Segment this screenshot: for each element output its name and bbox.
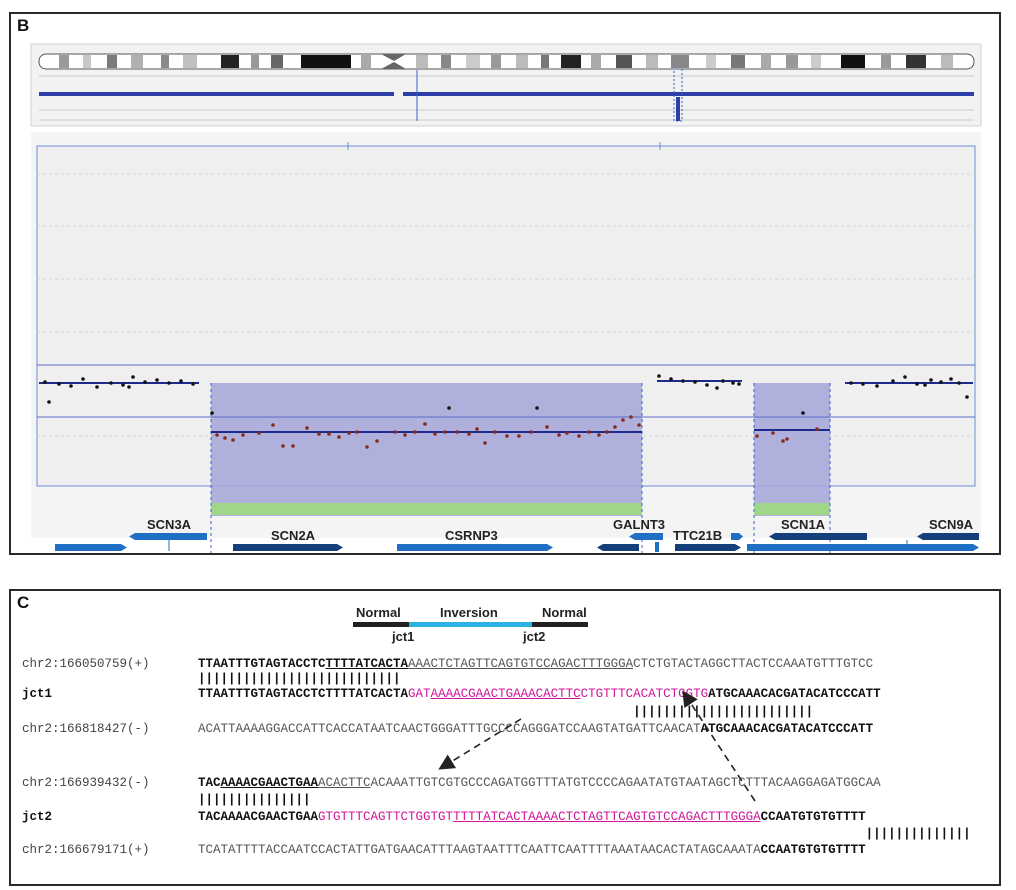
deletion-region-1: [211, 383, 642, 516]
match-bars-6: |||||||||||||||: [198, 793, 311, 807]
seq-segment: TAC: [198, 776, 221, 790]
row-label-2: jct1: [22, 687, 53, 701]
match-bars-1: |||||||||||||||||||||||||||: [198, 672, 401, 686]
gene-label-scn2a: SCN2A: [271, 528, 316, 543]
seq-segment: ACATTAAAAGGACCATTCACCATAATCAACTGGGATTTGC…: [198, 722, 701, 736]
match-bars-3: ||||||||||||||||||||||||: [198, 705, 813, 719]
seq-segment: CCAATGTGTGTTTT: [760, 810, 866, 824]
row-label-4: chr2:166818427(-): [22, 722, 150, 736]
row-label-7: jct2: [22, 810, 53, 824]
seq-segment: CCAATGTGTGTTTT: [760, 843, 866, 857]
legend-normal-right: Normal: [542, 605, 587, 620]
legend-jct2: jct2: [522, 629, 545, 644]
row-label-5: chr2:166939432(-): [22, 776, 150, 790]
seq-segment: ACACTTC: [318, 776, 371, 790]
sequence-row-2: TTAATTTGTAGTACCTCTTTTATCACTAGATAAAACGAAC…: [198, 687, 881, 701]
sequence-row-9: TCATATTTTACCAATCCACTATTGATGAACATTTAAGTAA…: [198, 843, 866, 857]
seq-segment: ||||||||||||||: [198, 827, 971, 841]
legend-inversion: Inversion: [440, 605, 498, 620]
seq-segment: CTGTTTCACATCTGGTG: [580, 687, 709, 701]
chromosome-ideogram: [38, 53, 975, 70]
seq-segment: TTAATTTGTAGTACCTC: [198, 657, 326, 671]
seq-segment: TTTTATCACTAAAACTCTAGTTCAGTGTCCAGACTTTGGG…: [453, 810, 761, 824]
seq-segment: ACAAATTGTCGTGCCCAGATGGTTTATGTCCCCAGAATAT…: [370, 776, 881, 790]
deletion-bar-1: [211, 503, 642, 515]
gene-label-scn3a: SCN3A: [147, 517, 192, 532]
seq-segment: GTGTTTCAGTTCTGGTGT: [318, 810, 454, 824]
seq-segment: CTCTGTACTAGGCTTACTCCAAATGTTTGTCC: [633, 657, 874, 671]
sequence-row-5: TACAAAACGAACTGAAACACTTCACAAATTGTCGTGCCCA…: [198, 776, 881, 790]
gene-label-scn9a: SCN9A: [929, 517, 974, 532]
inversion-legend: Normal Inversion Normal jct1 jct2: [353, 605, 588, 644]
deletion-bar-2: [754, 503, 830, 515]
row-label-0: chr2:166050759(+): [22, 657, 150, 671]
legend-normal-left: Normal: [356, 605, 401, 620]
seq-segment: TTAATTTGTAGTACCTCTTTTATCACTA: [198, 687, 409, 701]
seq-segment: AAAACGAACTGAAACACTTC: [430, 687, 581, 701]
deletion-region-2: [754, 383, 830, 516]
sequence-row-7: TACAAAACGAACTGAAGTGTTTCAGTTCTGGTGTTTTTAT…: [198, 810, 866, 824]
seq-segment: TACAAAACGAACTGAA: [198, 810, 319, 824]
seq-segment: ATGCAAACACGATACATCCCATT: [708, 687, 881, 701]
legend-bar-inversion: [409, 622, 532, 627]
seq-segment: |||||||||||||||||||||||||||: [198, 672, 401, 686]
panel-b-figure: SCN3A SCN2A CSRNP3 GALNT3 TTC21B SCN1A S…: [30, 43, 982, 553]
gene-label-csrnp3: CSRNP3: [445, 528, 498, 543]
legend-bar-normal-left: [353, 622, 409, 627]
match-bars-8: ||||||||||||||: [198, 827, 971, 841]
panel-b: B SCN3A SCN2A CSRNP3 GALNT3 TTC21B SCN1A…: [9, 12, 1001, 555]
seq-segment: ||||||||||||||||||||||||: [198, 705, 814, 719]
seq-segment: ATGCAAACACGATACATCCCATT: [700, 722, 874, 736]
seq-segment: TCATATTTTACCAATCCACTATTGATGAACATTTAAGTAA…: [198, 843, 761, 857]
gene-label-scn1a: SCN1A: [781, 517, 826, 532]
seq-segment: AAAACGAACTGAA: [220, 776, 319, 790]
seq-segment: AAACTCTAGTTCAGTGTCCAGACTTTGGGA: [408, 657, 634, 671]
seq-segment: |||||||||||||||: [198, 793, 311, 807]
gene-label-galnt3: GALNT3: [613, 517, 665, 532]
legend-bar-normal-right: [532, 622, 588, 627]
row-label-9: chr2:166679171(+): [22, 843, 150, 857]
panel-c: C Normal Inversion Normal jct1 jct2 chr2…: [9, 589, 1001, 886]
seq-segment: GAT: [408, 687, 431, 701]
gene-label-ttc21b: TTC21B: [673, 528, 722, 543]
sequence-row-0: TTAATTTGTAGTACCTCTTTTATCACTAAAACTCTAGTTC…: [198, 657, 873, 671]
seq-segment: TTTTATCACTA: [325, 657, 409, 671]
sequence-row-4: ACATTAAAAGGACCATTCACCATAATCAACTGGGATTTGC…: [198, 722, 873, 736]
legend-jct1: jct1: [391, 629, 414, 644]
